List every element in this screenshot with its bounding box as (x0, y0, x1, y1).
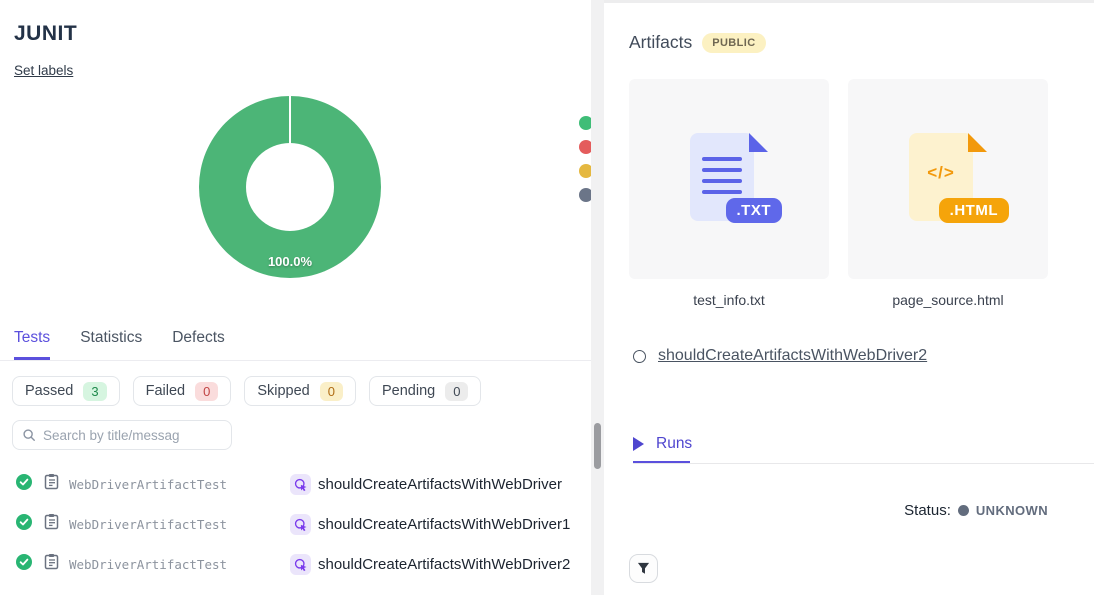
status-label: Status: (904, 502, 951, 519)
cursor-click-icon (290, 554, 311, 575)
page-title: JUNIT (14, 22, 77, 46)
artifacts-heading: Artifacts (629, 32, 692, 53)
clipboard-icon (44, 553, 59, 575)
test-suite-name: WebDriverArtifactTest (69, 557, 290, 572)
cursor-click-icon (290, 514, 311, 535)
filter-chip-pending[interactable]: Pending 0 (369, 376, 481, 406)
test-suite-name: WebDriverArtifactTest (69, 517, 290, 532)
artifact-file-names: test_info.txt page_source.html (629, 292, 1048, 308)
public-badge: PUBLIC (702, 33, 765, 53)
skipped-count-badge: 0 (320, 382, 343, 401)
filter-chip-skipped[interactable]: Skipped 0 (244, 376, 356, 406)
tab-defects[interactable]: Defects (172, 329, 225, 360)
scrollbar-thumb[interactable] (594, 423, 601, 469)
report-tabs: Tests Statistics Defects (0, 329, 591, 361)
filter-button[interactable] (629, 554, 658, 583)
filter-chip-label: Passed (25, 383, 73, 399)
linked-test-link[interactable]: shouldCreateArtifactsWithWebDriver2 (658, 347, 927, 365)
drawer-scrollbar (591, 0, 604, 595)
status-dot-icon (958, 505, 969, 516)
cursor-click-icon (290, 474, 311, 495)
artifact-card-txt[interactable]: .TXT (629, 79, 829, 279)
test-title[interactable]: shouldCreateArtifactsWithWebDriver (318, 476, 562, 493)
txt-extension-badge: .TXT (726, 198, 783, 223)
play-triangle-icon (633, 437, 644, 451)
code-glyph: </> (909, 163, 973, 183)
run-report-panel: JUNIT Set labels 100.0% Tests Statistics… (0, 0, 591, 595)
txt-file-icon: .TXT (690, 133, 768, 225)
test-suite-name: WebDriverArtifactTest (69, 477, 290, 492)
passed-count-badge: 3 (83, 382, 106, 401)
funnel-icon (637, 562, 650, 575)
filter-chip-failed[interactable]: Failed 0 (133, 376, 232, 406)
artifacts-header: Artifacts PUBLIC (629, 32, 766, 53)
text-lines (702, 157, 742, 194)
html-file-icon: </> .HTML (909, 133, 987, 225)
pending-count-badge: 0 (445, 382, 468, 401)
donut-percent-label: 100.0% (199, 254, 381, 269)
filter-chip-label: Failed (146, 383, 186, 399)
artifacts-drawer: Artifacts PUBLIC .TXT (604, 0, 1094, 595)
artifact-file-name: page_source.html (848, 292, 1048, 308)
linked-test-row: shouldCreateArtifactsWithWebDriver2 (633, 347, 927, 365)
runs-divider (633, 463, 1094, 464)
runs-label: Runs (656, 435, 692, 453)
passed-check-icon (16, 514, 32, 535)
page-fold-flap (749, 133, 768, 152)
html-extension-badge: .HTML (939, 198, 1009, 223)
failed-count-badge: 0 (195, 382, 218, 401)
donut-segment-gap (289, 96, 291, 144)
artifact-card-html[interactable]: </> .HTML (848, 79, 1048, 279)
tab-tests[interactable]: Tests (14, 329, 50, 360)
results-donut-chart[interactable]: 100.0% (199, 96, 381, 278)
test-title[interactable]: shouldCreateArtifactsWithWebDriver2 (318, 556, 570, 573)
passed-check-icon (16, 554, 32, 575)
runs-section-toggle[interactable]: Runs (633, 435, 692, 453)
artifact-cards: .TXT </> .HTML (629, 79, 1048, 279)
artifact-file-name: test_info.txt (629, 292, 829, 308)
test-row[interactable]: WebDriverArtifactTest shouldCreateArtifa… (0, 464, 591, 504)
clipboard-icon (44, 473, 59, 495)
clipboard-icon (44, 513, 59, 535)
set-labels-link[interactable]: Set labels (14, 63, 73, 78)
test-row[interactable]: WebDriverArtifactTest shouldCreateArtifa… (0, 544, 591, 584)
filter-chip-label: Skipped (257, 383, 309, 399)
test-title[interactable]: shouldCreateArtifactsWithWebDriver1 (318, 516, 570, 533)
tab-statistics[interactable]: Statistics (80, 329, 142, 360)
test-row[interactable]: WebDriverArtifactTest shouldCreateArtifa… (0, 504, 591, 544)
passed-check-icon (16, 474, 32, 495)
status-value: UNKNOWN (976, 503, 1048, 518)
search-icon (22, 428, 36, 442)
status-row: Status: UNKNOWN (904, 502, 1048, 519)
test-list: WebDriverArtifactTest shouldCreateArtifa… (0, 464, 591, 584)
test-status-circle-icon[interactable] (633, 350, 646, 363)
page-fold-flap (968, 133, 987, 152)
status-filter-chips: Passed 3 Failed 0 Skipped 0 Pending 0 (12, 376, 481, 406)
search-input[interactable] (43, 428, 222, 443)
search-box (12, 420, 232, 450)
report-page: JUNIT Set labels 100.0% Tests Statistics… (0, 0, 1094, 595)
filter-chip-label: Pending (382, 383, 435, 399)
donut-hole (246, 143, 334, 231)
filter-chip-passed[interactable]: Passed 3 (12, 376, 120, 406)
